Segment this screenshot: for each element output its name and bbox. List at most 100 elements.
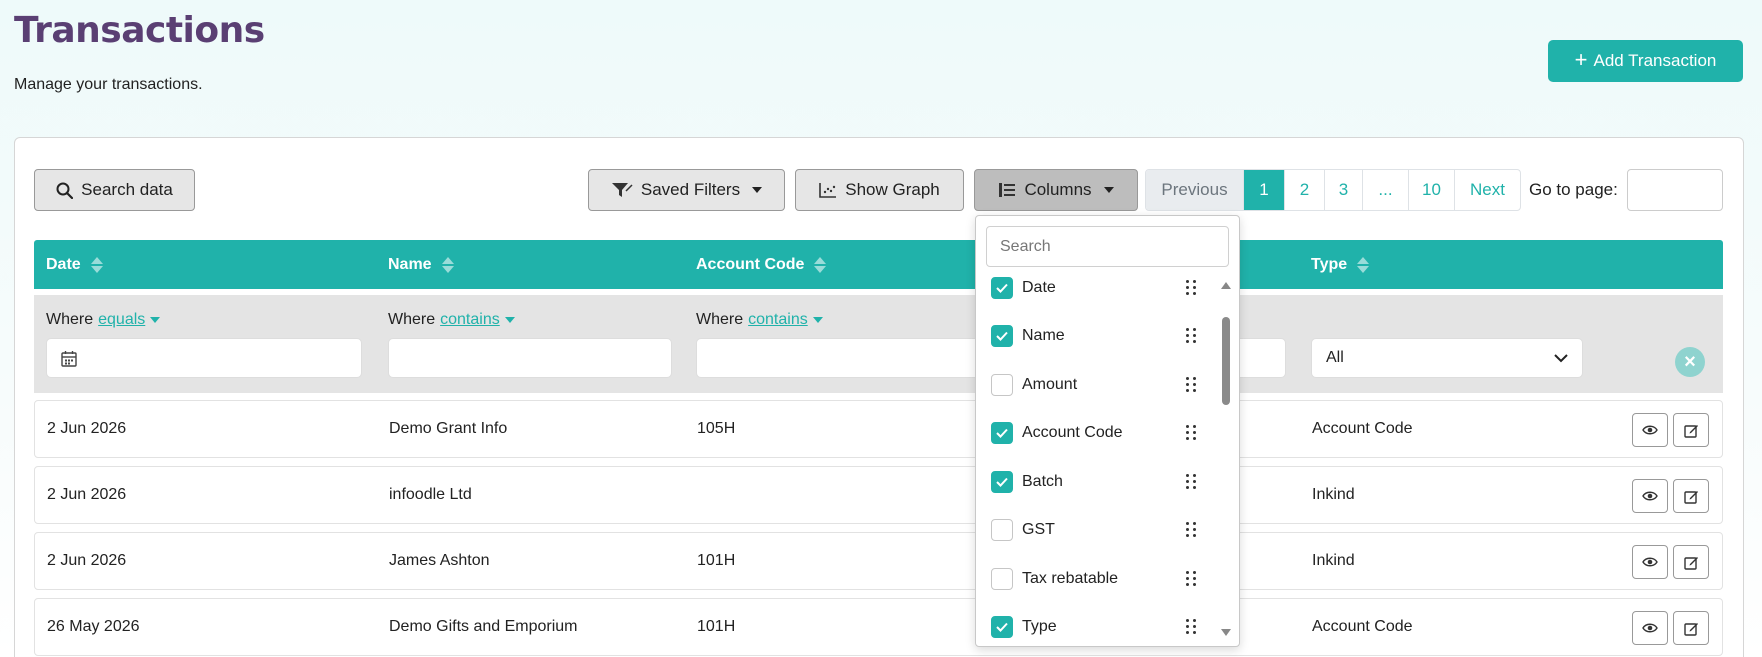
calendar-icon: [61, 351, 77, 367]
pagination-page[interactable]: 1: [1243, 170, 1284, 210]
page-title: Transactions: [14, 10, 265, 51]
drag-handle-icon[interactable]: [1186, 280, 1196, 296]
edit-button[interactable]: [1673, 545, 1709, 579]
search-icon: [56, 182, 74, 199]
view-button[interactable]: [1632, 611, 1668, 645]
columns-search-input[interactable]: [986, 226, 1229, 267]
pagination-previous[interactable]: Previous: [1146, 170, 1243, 210]
date-filter-input[interactable]: [46, 338, 362, 378]
date-filter-operator[interactable]: equals: [98, 311, 145, 329]
chevron-down-icon: [752, 187, 763, 193]
scrollbar-thumb[interactable]: [1222, 317, 1230, 405]
eye-icon: [1642, 557, 1658, 567]
clear-filters-button[interactable]: ×: [1675, 347, 1705, 377]
filter-row: Where equals Where contains Where contai…: [34, 295, 1723, 393]
show-graph-label: Show Graph: [845, 180, 940, 199]
add-transaction-button[interactable]: + Add Transaction: [1548, 40, 1743, 82]
checkbox-checked-icon[interactable]: [991, 325, 1013, 347]
scroll-up-icon[interactable]: [1221, 282, 1231, 289]
column-header-name[interactable]: Name: [388, 240, 454, 289]
drag-handle-icon[interactable]: [1186, 522, 1196, 538]
column-option-tax-rebatable[interactable]: Tax rebatable: [991, 565, 1191, 593]
pagination-next[interactable]: Next: [1454, 170, 1520, 210]
drag-handle-icon[interactable]: [1186, 328, 1196, 344]
checkbox-unchecked-icon[interactable]: [991, 519, 1013, 541]
chevron-down-icon: [1554, 353, 1568, 362]
cell-account-code: 105H: [697, 420, 736, 437]
column-header-type[interactable]: Type: [1311, 240, 1370, 289]
drag-handle-icon[interactable]: [1186, 377, 1196, 393]
checkbox-checked-icon[interactable]: [991, 471, 1013, 493]
cell-date: 2 Jun 2026: [47, 486, 127, 503]
edit-icon: [1683, 556, 1698, 570]
columns-dropdown: Date Name Amount Account Code Batch GST …: [975, 215, 1240, 647]
scroll-down-icon[interactable]: [1221, 629, 1231, 636]
search-data-button[interactable]: Search data: [34, 169, 195, 211]
column-option-account-code[interactable]: Account Code: [991, 419, 1191, 447]
drag-handle-icon[interactable]: [1186, 425, 1196, 441]
checkbox-checked-icon[interactable]: [991, 616, 1013, 638]
edit-button[interactable]: [1673, 479, 1709, 513]
pagination-page[interactable]: 10: [1408, 170, 1454, 210]
checkbox-checked-icon[interactable]: [991, 422, 1013, 444]
column-option-name[interactable]: Name: [991, 322, 1191, 350]
close-icon: ×: [1684, 350, 1696, 373]
column-option-label: Account Code: [1022, 424, 1123, 441]
table-row[interactable]: 2 Jun 2026 James Ashton 101H Inkind: [34, 532, 1723, 590]
view-button[interactable]: [1632, 413, 1668, 447]
pagination-page[interactable]: 3: [1324, 170, 1362, 210]
table-row[interactable]: 26 May 2026 Demo Gifts and Emporium 101H…: [34, 598, 1723, 656]
view-button[interactable]: [1632, 479, 1668, 513]
view-button[interactable]: [1632, 545, 1668, 579]
columns-button[interactable]: Columns: [974, 169, 1138, 211]
cell-date: 2 Jun 2026: [47, 420, 127, 437]
saved-filters-button[interactable]: Saved Filters: [588, 169, 785, 211]
table-row[interactable]: 2 Jun 2026 infoodle Ltd Inkind: [34, 466, 1723, 524]
sort-icon: [90, 256, 103, 273]
saved-filters-label: Saved Filters: [640, 180, 741, 199]
column-option-gst[interactable]: GST: [991, 516, 1191, 544]
columns-scrollbar[interactable]: [1219, 282, 1233, 648]
chevron-down-icon: [504, 317, 515, 323]
account-code-filter-operator[interactable]: contains: [748, 311, 808, 329]
column-option-date[interactable]: Date: [991, 274, 1191, 302]
edit-icon: [1683, 424, 1698, 438]
pagination-page[interactable]: 2: [1284, 170, 1324, 210]
name-filter-operator[interactable]: contains: [440, 311, 500, 329]
column-header-date[interactable]: Date: [46, 240, 103, 289]
type-filter-select[interactable]: All: [1311, 338, 1583, 378]
edit-button[interactable]: [1673, 413, 1709, 447]
column-option-label: Tax rebatable: [1022, 570, 1119, 587]
column-option-amount[interactable]: Amount: [991, 371, 1191, 399]
cell-account-code: 101H: [697, 552, 736, 569]
column-header-account-code[interactable]: Account Code: [696, 240, 827, 289]
checkbox-unchecked-icon[interactable]: [991, 374, 1013, 396]
column-option-batch[interactable]: Batch: [991, 468, 1191, 496]
column-header-label: Type: [1311, 255, 1348, 273]
column-header-label: Date: [46, 255, 81, 273]
eye-icon: [1642, 491, 1658, 501]
cell-account-code: 101H: [697, 618, 736, 635]
column-option-label: Name: [1022, 327, 1065, 344]
search-data-label: Search data: [81, 180, 173, 199]
cell-date: 2 Jun 2026: [47, 552, 127, 569]
drag-handle-icon[interactable]: [1186, 571, 1196, 587]
drag-handle-icon[interactable]: [1186, 619, 1196, 635]
table-row[interactable]: 2 Jun 2026 Demo Grant Info 105H Account …: [34, 400, 1723, 458]
chevron-down-icon: [812, 317, 823, 323]
show-graph-button[interactable]: Show Graph: [795, 169, 964, 211]
edit-icon: [1683, 622, 1698, 636]
checkbox-unchecked-icon[interactable]: [991, 568, 1013, 590]
cell-date: 26 May 2026: [47, 618, 140, 635]
checkbox-checked-icon[interactable]: [991, 277, 1013, 299]
edit-button[interactable]: [1673, 611, 1709, 645]
name-filter-input[interactable]: [388, 338, 672, 378]
drag-handle-icon[interactable]: [1186, 474, 1196, 490]
column-option-type[interactable]: Type: [991, 613, 1191, 641]
pagination-ellipsis[interactable]: ...: [1362, 170, 1408, 210]
sort-icon: [441, 256, 454, 273]
cell-name: infoodle Ltd: [389, 486, 472, 503]
chevron-down-icon: [1103, 187, 1114, 193]
goto-page-input[interactable]: [1627, 169, 1723, 211]
chart-icon: [819, 183, 837, 198]
